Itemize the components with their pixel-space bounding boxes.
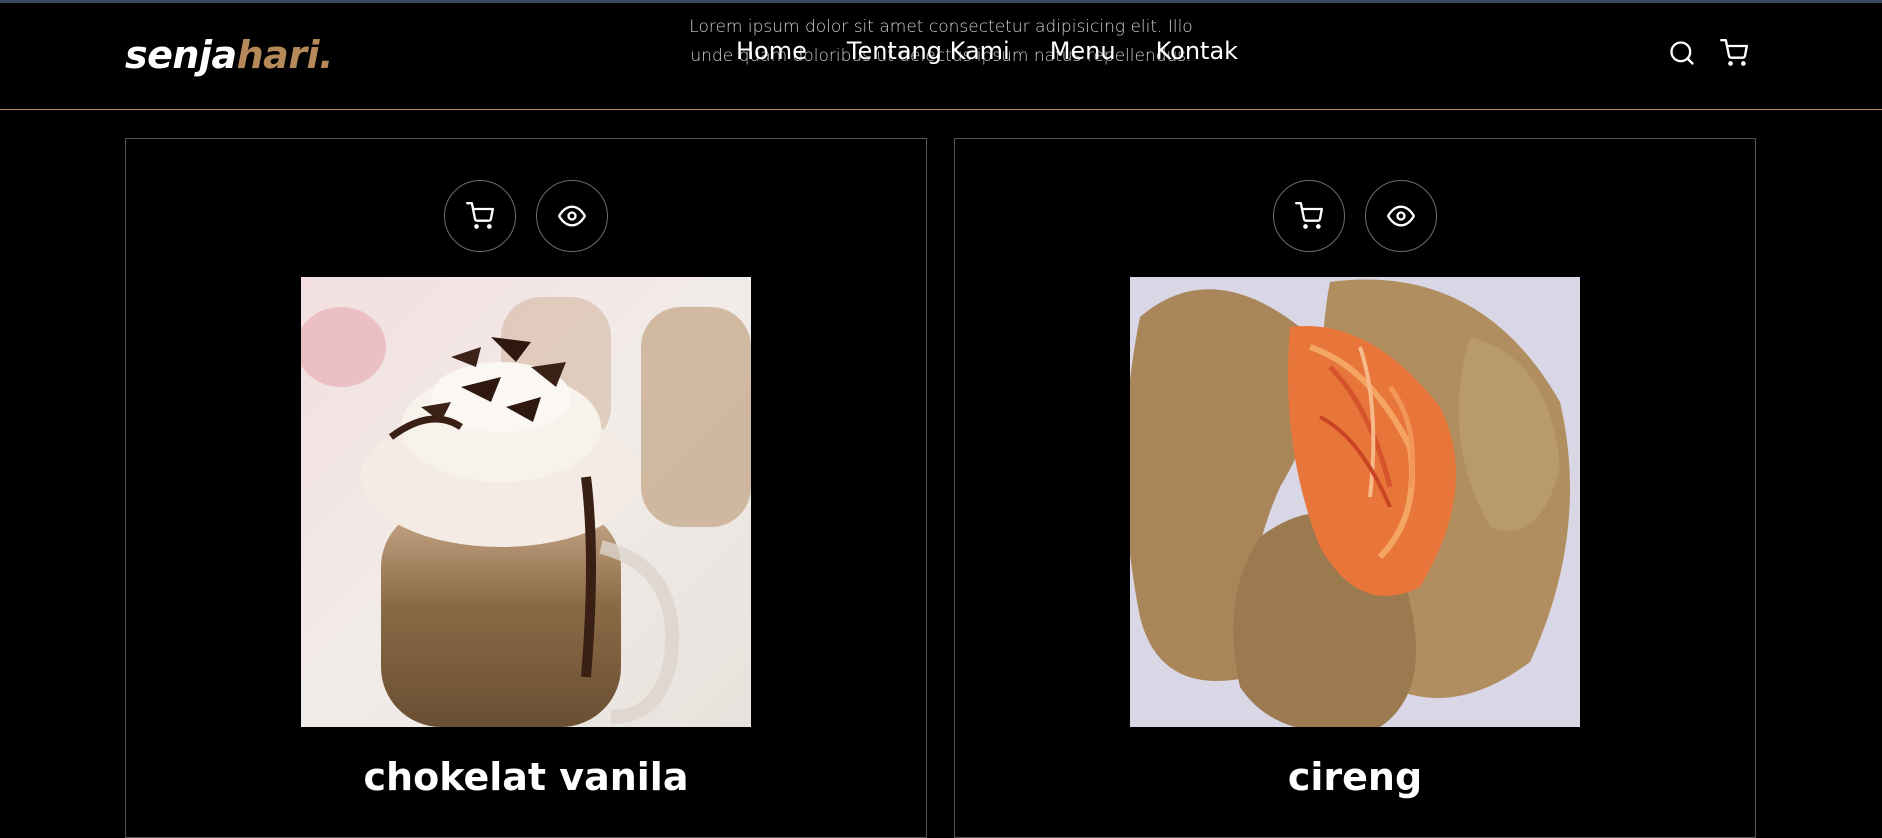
view-detail-button[interactable] bbox=[536, 180, 608, 252]
product-card: chokelat vanila bbox=[125, 138, 927, 838]
product-image bbox=[301, 277, 751, 727]
product-title: chokelat vanila bbox=[363, 755, 689, 799]
main-navigation: Home Tentang Kami Menu Kontak bbox=[736, 37, 1278, 65]
nav-kontak[interactable]: Kontak bbox=[1156, 37, 1238, 65]
shopping-cart-icon[interactable] bbox=[1720, 39, 1748, 67]
brand-logo[interactable]: senjahari. bbox=[125, 33, 334, 77]
eye-icon bbox=[1387, 205, 1415, 227]
search-icon[interactable] bbox=[1668, 39, 1696, 67]
shopping-cart-icon bbox=[1295, 202, 1323, 229]
product-title: cireng bbox=[1287, 755, 1423, 799]
logo-dot: . bbox=[319, 33, 334, 77]
add-to-cart-button[interactable] bbox=[1273, 180, 1345, 252]
nav-icons bbox=[1668, 39, 1748, 67]
nav-home[interactable]: Home bbox=[736, 37, 807, 65]
eye-icon bbox=[558, 205, 586, 227]
logo-main: senja bbox=[125, 33, 237, 77]
add-to-cart-button[interactable] bbox=[444, 180, 516, 252]
product-image bbox=[1130, 277, 1580, 727]
view-detail-button[interactable] bbox=[1365, 180, 1437, 252]
nav-tentang-kami[interactable]: Tentang Kami bbox=[847, 37, 1010, 65]
shopping-cart-icon bbox=[466, 202, 494, 229]
card-actions bbox=[126, 180, 926, 252]
nav-menu[interactable]: Menu bbox=[1050, 37, 1116, 65]
navbar: senjahari. Lorem ipsum dolor sit amet co… bbox=[0, 3, 1882, 110]
product-card: cireng bbox=[954, 138, 1756, 838]
logo-accent: hari bbox=[236, 33, 320, 77]
card-actions bbox=[955, 180, 1755, 252]
